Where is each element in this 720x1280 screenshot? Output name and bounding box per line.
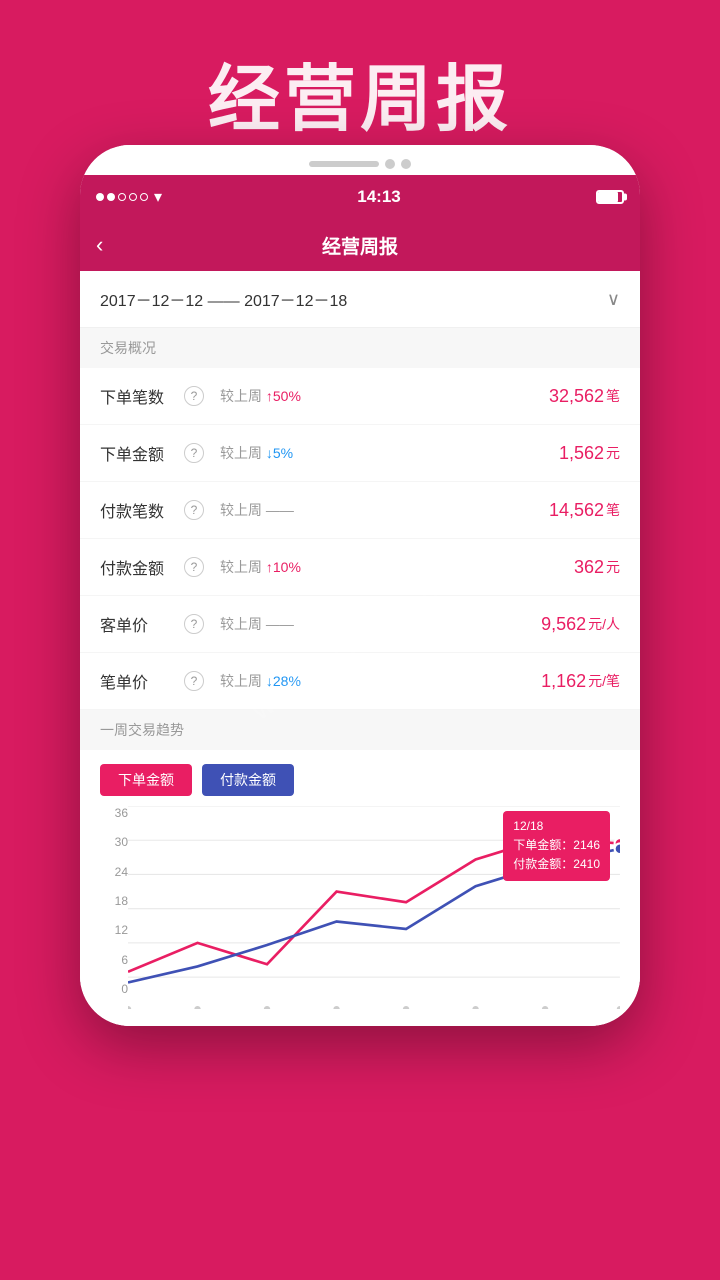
battery-fill <box>598 192 618 202</box>
battery-icon <box>596 190 624 204</box>
chart-tooltip: 12/18 下单金额：2146 付款金额：2410 <box>503 811 610 881</box>
stat-unit-3: 元 <box>606 557 620 577</box>
chart-tab-order[interactable]: 下单金额 <box>100 764 192 796</box>
section-header-trend: 一周交易趋势 <box>80 710 640 750</box>
stat-compare-4: 较上周 —— <box>204 614 541 634</box>
chevron-down-icon: ∨ <box>607 289 620 310</box>
nav-bar: ‹ 经营周报 <box>80 219 640 271</box>
stat-compare-1: 较上周 ↓5% <box>204 443 559 463</box>
background-title: 经营周报 <box>0 40 720 145</box>
nav-title: 经营周报 <box>322 232 398 259</box>
content-area: 2017－12－12 —— 2017－12－18 ∨ 交易概况 下单笔数?较上周… <box>80 271 640 1026</box>
tooltip-order-label: 下单金额： <box>513 838 573 852</box>
stat-unit-2: 笔 <box>606 500 620 520</box>
y-axis-label: 18 <box>115 894 128 908</box>
phone-frame: ▾ 14:13 ‹ 经营周报 2017－12－12 —— 2017－12－18 … <box>80 145 640 1026</box>
tooltip-pay: 付款金额：2410 <box>513 855 600 874</box>
stat-label-3: 付款金额 <box>100 555 180 579</box>
section-header-transaction: 交易概况 <box>80 328 640 368</box>
status-bar: ▾ 14:13 <box>80 175 640 219</box>
stat-compare-3: 较上周 ↑10% <box>204 557 574 577</box>
phone-dot-1 <box>385 159 395 169</box>
stat-unit-4: 元/人 <box>588 614 620 634</box>
stat-row-3: 付款金额?较上周 ↑10%362元 <box>80 539 640 596</box>
stat-label-5: 笔单价 <box>100 669 180 693</box>
stat-value-2: 14,562 <box>549 500 604 521</box>
phone-notch <box>309 161 379 167</box>
stat-help-icon-3[interactable]: ? <box>184 557 204 577</box>
chart-section: 一周交易趋势 下单金额 付款金额 12/18 下单金额：2146 付款金额：24… <box>80 710 640 1026</box>
y-axis: 36 30 24 18 12 6 0 <box>100 806 128 996</box>
chart-area: 12/18 下单金额：2146 付款金额：2410 36 30 24 18 12 6 0 <box>80 806 640 1026</box>
stat-row-0: 下单笔数?较上周 ↑50%32,562笔 <box>80 368 640 425</box>
tooltip-date: 12/18 <box>513 817 600 836</box>
y-axis-label: 0 <box>121 982 128 996</box>
stat-compare-5: 较上周 ↓28% <box>204 671 541 691</box>
chart-tabs: 下单金额 付款金额 <box>80 750 640 806</box>
stat-label-2: 付款笔数 <box>100 498 180 522</box>
signal-dot-2 <box>107 193 115 201</box>
signal-dot-5 <box>140 193 148 201</box>
tooltip-order-value: 2146 <box>573 838 600 852</box>
status-left: ▾ <box>96 187 162 207</box>
stat-row-1: 下单金额?较上周 ↓5%1,562元 <box>80 425 640 482</box>
back-button[interactable]: ‹ <box>96 232 103 258</box>
signal-dot-3 <box>118 193 126 201</box>
stat-value-1: 1,562 <box>559 443 604 464</box>
stats-container: 下单笔数?较上周 ↑50%32,562笔下单金额?较上周 ↓5%1,562元付款… <box>80 368 640 710</box>
stat-compare-2: 较上周 —— <box>204 500 549 520</box>
tooltip-pay-value: 2410 <box>573 857 600 871</box>
phone-dot-2 <box>401 159 411 169</box>
tooltip-pay-label: 付款金额： <box>513 857 573 871</box>
stat-compare-0: 较上周 ↑50% <box>204 386 549 406</box>
signal-dot-4 <box>129 193 137 201</box>
wifi-icon: ▾ <box>154 187 162 207</box>
stat-value-3: 362 <box>574 557 604 578</box>
y-axis-label: 30 <box>115 835 128 849</box>
chart-tab-payment[interactable]: 付款金额 <box>202 764 294 796</box>
stat-label-4: 客单价 <box>100 612 180 636</box>
y-axis-label: 24 <box>115 865 128 879</box>
stat-help-icon-1[interactable]: ? <box>184 443 204 463</box>
stat-value-0: 32,562 <box>549 386 604 407</box>
signal-dots <box>96 193 148 201</box>
y-axis-label: 6 <box>121 953 128 967</box>
stat-help-icon-5[interactable]: ? <box>184 671 204 691</box>
stat-row-5: 笔单价?较上周 ↓28%1,162元/笔 <box>80 653 640 710</box>
date-range-row[interactable]: 2017－12－12 —— 2017－12－18 ∨ <box>80 271 640 328</box>
tooltip-order: 下单金额：2146 <box>513 836 600 855</box>
stat-unit-5: 元/笔 <box>588 671 620 691</box>
stat-value-5: 1,162 <box>541 671 586 692</box>
stat-value-4: 9,562 <box>541 614 586 635</box>
y-axis-label: 12 <box>115 923 128 937</box>
stat-label-1: 下单金额 <box>100 441 180 465</box>
stat-unit-0: 笔 <box>606 386 620 406</box>
stat-row-4: 客单价?较上周 ——9,562元/人 <box>80 596 640 653</box>
stat-help-icon-4[interactable]: ? <box>184 614 204 634</box>
stat-unit-1: 元 <box>606 443 620 463</box>
stat-help-icon-2[interactable]: ? <box>184 500 204 520</box>
status-time: 14:13 <box>357 187 400 207</box>
stat-help-icon-0[interactable]: ? <box>184 386 204 406</box>
signal-dot-1 <box>96 193 104 201</box>
phone-top-bar <box>80 145 640 175</box>
y-axis-label: 36 <box>115 806 128 820</box>
date-range-text: 2017－12－12 —— 2017－12－18 <box>100 287 347 311</box>
stat-row-2: 付款笔数?较上周 ——14,562笔 <box>80 482 640 539</box>
stat-label-0: 下单笔数 <box>100 384 180 408</box>
